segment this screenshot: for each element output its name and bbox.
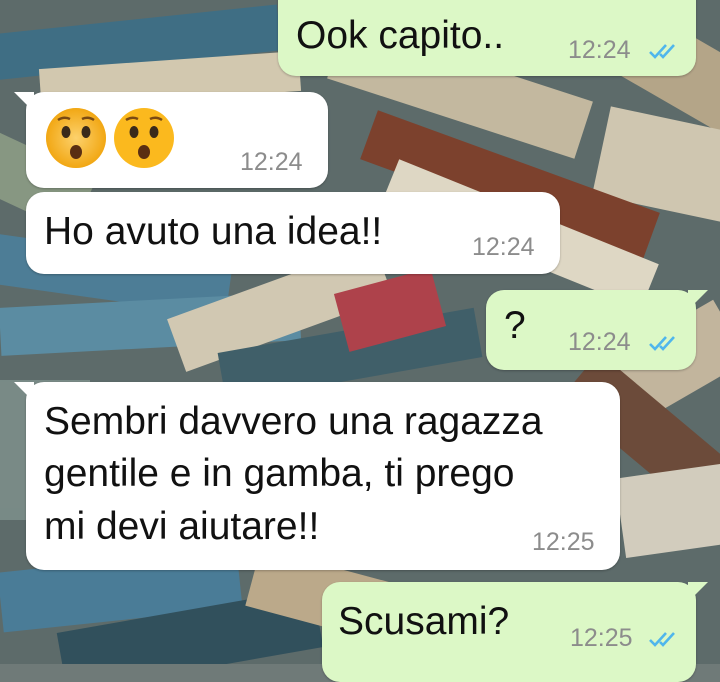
message-text-line: gentile e in gamba, ti prego — [44, 452, 515, 495]
message-text-line: Sembri davvero una ragazza — [44, 400, 543, 443]
bubble-tail — [688, 290, 708, 310]
message-text: Scusami? — [338, 600, 510, 643]
message-bubble-incoming[interactable]: 12:24 — [14, 92, 328, 188]
message-text: Ho avuto una idea!! — [44, 210, 383, 253]
message-time: 12:24 — [472, 233, 535, 261]
read-double-check-icon — [648, 334, 680, 357]
message-bubble-outgoing[interactable]: Ook capito.. 12:24 — [278, 0, 696, 76]
hushed-face-emoji-icon — [44, 106, 108, 170]
message-time: 12:25 — [532, 528, 595, 556]
bubble-tail — [14, 382, 34, 402]
read-double-check-icon — [648, 630, 680, 653]
message-time: 12:24 — [568, 328, 631, 356]
hushed-face-emoji-icon — [112, 106, 176, 170]
bubble-tail — [14, 92, 34, 112]
read-double-check-icon — [648, 42, 680, 65]
message-bubble-outgoing[interactable]: Scusami? 12:25 — [322, 582, 708, 682]
message-text: Ook capito.. — [296, 14, 505, 57]
message-bubble-incoming[interactable]: Ho avuto una idea!! 12:24 — [26, 192, 560, 274]
message-time: 12:25 — [570, 624, 633, 652]
message-text-line: mi devi aiutare!! — [44, 505, 320, 548]
bubble-tail — [688, 582, 708, 602]
message-time: 12:24 — [240, 148, 303, 176]
message-bubble-outgoing[interactable]: ? 12:24 — [486, 290, 708, 370]
message-time: 12:24 — [568, 36, 631, 64]
message-bubble-incoming[interactable]: Sembri davvero una ragazza gentile e in … — [14, 382, 620, 570]
message-text: ? — [504, 304, 526, 347]
